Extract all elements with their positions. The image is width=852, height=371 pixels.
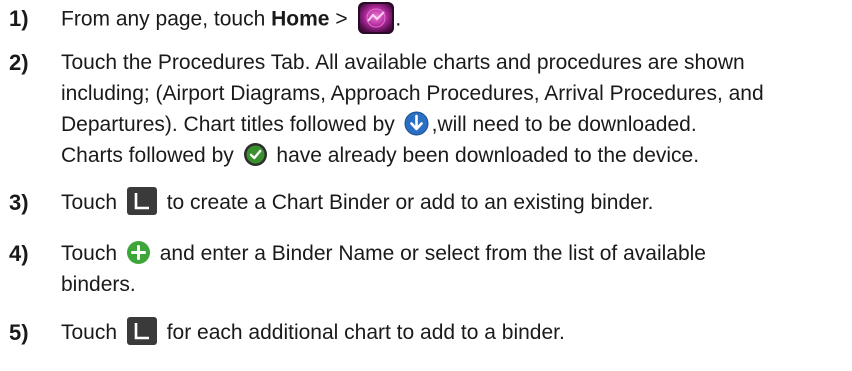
step-text: From any page, touch Home > .: [61, 1, 844, 35]
binder-icon: [126, 187, 157, 216]
step-number: 5): [9, 320, 29, 345]
procedure-steps: 1) From any page, touch Home > . 2) Touc…: [0, 0, 852, 371]
add-plus-icon: [126, 240, 151, 265]
step-number: 2): [9, 50, 29, 75]
step-number: 1): [9, 6, 29, 31]
step-text: Touch to create a Chart Binder or add to…: [61, 187, 844, 218]
step-number: 4): [9, 241, 29, 266]
binder-icon: [126, 317, 157, 346]
step-text: Touch and enter a Binder Name or select …: [61, 238, 844, 300]
charts-app-icon: [357, 1, 395, 35]
step-number: 3): [9, 190, 29, 215]
home-label: Home: [271, 7, 330, 31]
download-arrow-icon: [404, 111, 429, 136]
step-text: Touch for each additional chart to add t…: [61, 317, 844, 348]
downloaded-check-icon: [243, 142, 268, 167]
step-text: Touch the Procedures Tab. All available …: [61, 51, 764, 167]
